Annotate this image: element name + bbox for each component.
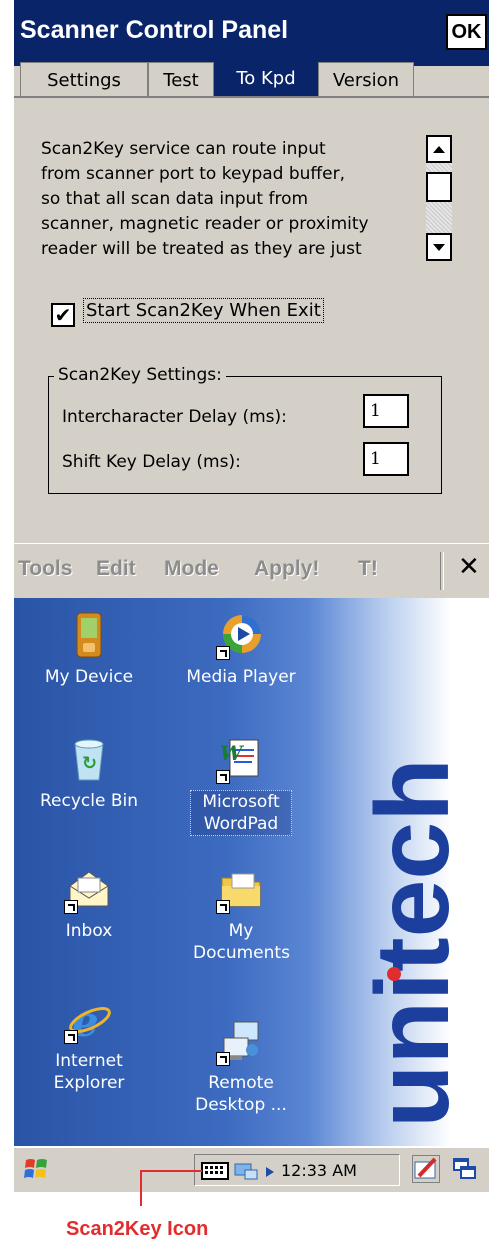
callout-line [140,1170,202,1206]
recycle-bin-icon: ↻ [66,736,112,782]
icon-label: Media Player [186,667,296,687]
internet-explorer-icon: e [64,996,112,1046]
windows-flag-icon [24,1159,47,1178]
description-line: from scanner port to keypad buffer, [41,164,345,184]
svg-text:↻: ↻ [82,753,97,774]
desktop-icon-internet-explorer[interactable]: e Internet Explorer [14,996,164,1094]
media-player-icon [216,612,264,660]
expand-arrow-icon[interactable] [265,1166,275,1178]
menu-divider [440,552,444,590]
keyboard-icon[interactable] [201,1161,229,1181]
group-title: Scan2Key Settings: [54,365,226,385]
wordpad-icon: W [216,736,264,784]
clock[interactable]: 12:33 AM [281,1161,357,1180]
description-line: reader will be treated as they are just [41,239,362,259]
taskbar: 12:33 AM [14,1146,489,1192]
scroll-thumb[interactable] [426,172,452,202]
svg-text:W: W [220,741,245,765]
icon-label: Internet Explorer [53,1051,125,1093]
arrow-up-icon [433,145,445,153]
shortcut-arrow-icon [216,1052,230,1066]
my-device-icon [66,612,112,658]
icon-label: Remote Desktop ... [195,1073,287,1115]
shortcut-arrow-icon [64,1030,78,1044]
desktop-icon-inbox[interactable]: Inbox [14,866,164,942]
icon-label: My Documents [193,921,290,963]
description-line: scanner, magnetic reader or proximity [41,214,369,234]
shortcut-arrow-icon [216,646,230,660]
menu-apply[interactable]: Apply! [254,557,319,581]
menu-tools[interactable]: Tools [18,557,72,581]
desktop-icon-my-documents[interactable]: My Documents [166,866,316,964]
intercharacter-delay-label: Intercharacter Delay (ms): [62,407,287,427]
shift-key-delay-input[interactable]: 1 [363,442,409,476]
icon-label: My Device [44,667,134,687]
svg-text:unitech: unitech [370,758,462,1128]
arrow-down-icon [433,243,445,251]
shortcut-arrow-icon [64,900,78,914]
scroll-up-button[interactable] [426,135,452,163]
tab-divider [14,96,489,98]
tab-strip: Settings Test To Kpd Version [14,58,489,98]
description-text: Scan2Key service can route input from sc… [41,137,426,267]
menu-t[interactable]: T! [358,557,378,581]
unitech-logo: unitech [370,758,462,1128]
inbox-icon [64,866,112,914]
menu-mode[interactable]: Mode [164,557,219,581]
folder-icon [216,866,264,914]
network-icon[interactable] [233,1161,263,1181]
tab-version[interactable]: Version [318,62,414,98]
start-scan2key-label[interactable]: Start Scan2Key When Exit [83,298,324,323]
desktop-icon-recycle-bin[interactable]: ↻ Recycle Bin [14,736,164,812]
ok-button[interactable]: OK [446,14,487,50]
title-bar: Scanner Control Panel OK [14,0,489,66]
scanner-control-panel-window: Scanner Control Panel OK Settings Test T… [14,0,489,599]
tab-to-kpd[interactable]: To Kpd [214,58,318,98]
shift-key-delay-label: Shift Key Delay (ms): [62,452,241,472]
description-scrollbar[interactable] [426,135,452,261]
start-button[interactable] [22,1156,50,1182]
menu-bar: Tools Edit Mode Apply! T! ✕ [14,543,489,599]
window-title: Scanner Control Panel [20,16,289,44]
tab-settings[interactable]: Settings [20,62,148,98]
scroll-down-button[interactable] [426,233,452,261]
system-tray: 12:33 AM [194,1154,400,1186]
menu-edit[interactable]: Edit [96,557,136,581]
pen-icon [414,1157,437,1179]
shortcut-arrow-icon [216,900,230,914]
desktop: unitech My Device Media Player ↻ Recycle… [14,598,489,1192]
close-icon[interactable]: ✕ [458,552,480,582]
description-line: so that all scan data input from [41,189,309,209]
description-line: Scan2Key service can route input [41,139,326,159]
desktop-icon-wordpad[interactable]: W Microsoft WordPad [166,736,316,836]
desktop-icon-my-device[interactable]: My Device [14,612,164,688]
icon-label: Inbox [65,921,113,941]
remote-desktop-icon [216,1018,264,1066]
tab-test[interactable]: Test [148,62,214,98]
shortcut-arrow-icon [216,770,230,784]
scan2key-icon-callout: Scan2Key Icon [66,1218,209,1240]
desktop-icon-media-player[interactable]: Media Player [166,612,316,688]
start-scan2key-checkbox[interactable]: ✔ [51,303,75,327]
window-switcher-button[interactable] [452,1157,478,1181]
input-panel-button[interactable] [412,1155,440,1183]
windows-stack-icon [453,1158,476,1179]
icon-label: Microsoft WordPad [190,790,292,836]
desktop-icon-remote-desktop[interactable]: Remote Desktop ... [166,1018,316,1116]
intercharacter-delay-input[interactable]: 1 [363,394,409,428]
icon-label: Recycle Bin [39,791,138,811]
